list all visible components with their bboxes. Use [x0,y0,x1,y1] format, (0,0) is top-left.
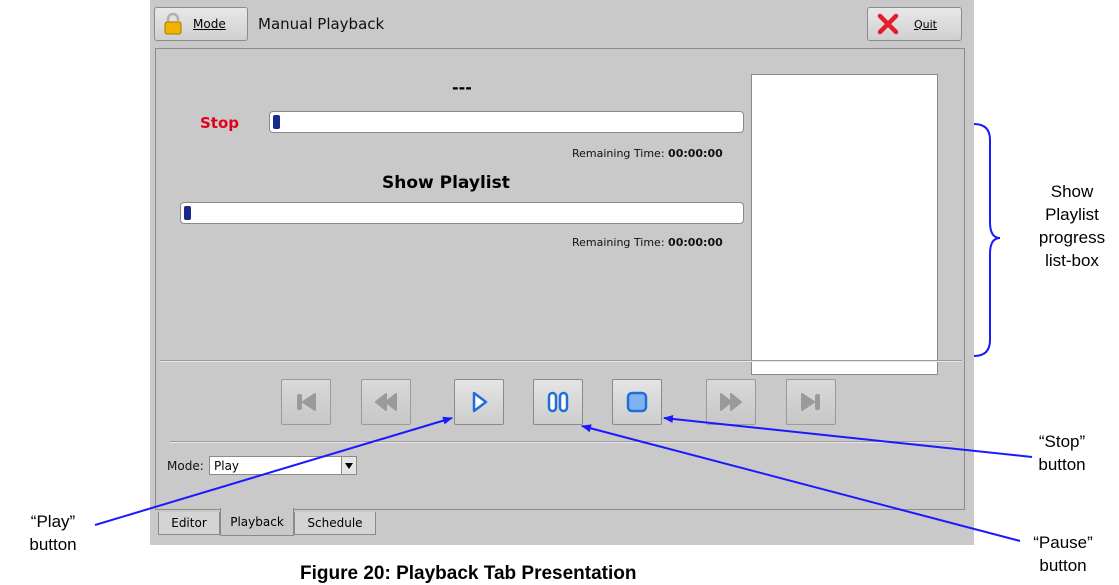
skip-to-start-button[interactable] [281,379,331,425]
fast-forward-icon [720,393,742,411]
rewind-button[interactable] [361,379,411,425]
quit-button-label: Quit [914,17,937,31]
window-title: Manual Playback [258,15,385,33]
event-progress-fill [273,115,280,129]
fast-forward-button[interactable] [706,379,756,425]
playback-state-label: Stop [200,114,240,132]
skip-to-end-icon [801,393,820,411]
event-progress-bar [269,111,744,133]
play-button[interactable] [454,379,504,425]
close-icon [877,13,899,35]
stop-icon [626,391,648,413]
remaining-time-value: 00:00:00 [668,236,723,249]
mode-button-label: Mode [193,17,226,31]
playback-panel: --- Stop Remaining Time: 00:00:00 Show P… [155,48,965,510]
remaining-time-label: Remaining Time: [572,236,665,249]
tab-schedule[interactable]: Schedule [294,512,376,535]
playlist-remaining-time: Remaining Time: 00:00:00 [572,236,723,249]
playlist-progress-bar [180,202,744,224]
tab-label: Playback [230,514,284,529]
chevron-down-icon[interactable] [341,457,356,474]
annotation-line: “Pause” [1033,533,1093,552]
play-icon [472,391,488,413]
annotation-line: progress [1038,228,1106,247]
skip-to-start-icon [297,393,316,411]
stop-annotation: “Stop” button [1022,430,1102,476]
figure-caption: Figure 20: Playback Tab Presentation [300,563,637,584]
annotation-line: “Stop” [1038,432,1086,451]
annotation-line: “Play” [30,512,76,531]
pause-button[interactable] [533,379,583,425]
playback-window: Mode Manual Playback Quit --- Stop Remai… [150,0,974,545]
divider [170,441,952,443]
lock-icon [164,13,182,35]
annotation-line: list-box [1045,251,1099,270]
quit-button[interactable]: Quit [867,7,962,41]
tab-label: Schedule [307,516,363,530]
annotation-line: Playlist [1045,205,1099,224]
annotation-line: button [1038,455,1086,474]
pause-annotation: “Pause” button [1018,531,1108,577]
annotation-line: button [29,535,77,554]
tab-playback[interactable]: Playback [220,508,294,536]
mode-button[interactable]: Mode [154,7,248,41]
event-remaining-time: Remaining Time: 00:00:00 [572,147,723,160]
mode-select-label: Mode: [167,459,204,473]
tab-label: Editor [171,516,207,530]
remaining-time-value: 00:00:00 [668,147,723,160]
listbox-annotation: Show Playlist progress list-box [1032,180,1112,272]
divider [160,360,962,362]
rewind-icon [375,393,397,411]
mode-select[interactable]: Play [209,456,357,475]
show-playlist-listbox[interactable] [751,74,938,375]
mode-select-value: Play [214,458,240,473]
play-annotation: “Play” button [14,510,92,556]
playlist-progress-fill [184,206,191,220]
pause-icon [547,391,569,413]
show-playlist-title: Show Playlist [382,173,510,193]
tab-editor[interactable]: Editor [158,512,220,535]
annotation-line: button [1039,556,1087,575]
remaining-time-label: Remaining Time: [572,147,665,160]
event-name: --- [452,78,472,97]
stop-button[interactable] [612,379,662,425]
listbox-brace [973,123,1001,357]
annotation-line: Show [1050,182,1094,201]
skip-to-end-button[interactable] [786,379,836,425]
